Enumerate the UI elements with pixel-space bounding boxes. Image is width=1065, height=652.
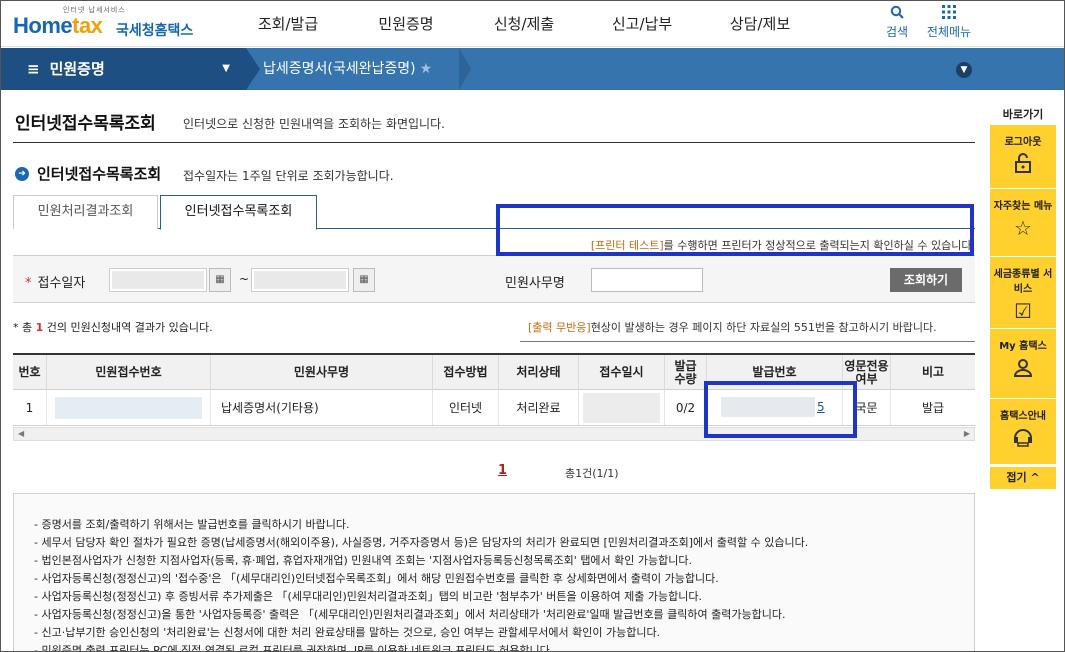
search-tool[interactable]: 검색 bbox=[867, 5, 927, 40]
col-qty: 발급 수량 bbox=[665, 355, 707, 390]
quick-my-hometax[interactable]: My 홈택스 bbox=[990, 329, 1056, 399]
favorite-star-icon[interactable]: ★ bbox=[420, 61, 433, 77]
gnb-item-report-pay[interactable]: 신고/납부 bbox=[583, 1, 701, 47]
page-frame: 인터넷 납세서비스 Hometax 국세청홈택스 조회/발급 민원증명 신청/제… bbox=[0, 0, 1065, 652]
chevron-down-icon[interactable]: ▼ bbox=[956, 62, 972, 78]
col-note: 비고 bbox=[921, 365, 945, 379]
cell-receipt-no bbox=[47, 390, 211, 425]
info-notes: - 증명서를 조회/출력하기 위해서는 발급번호를 클릭하시기 바랍니다. - … bbox=[13, 493, 975, 652]
col-status: 처리상태 bbox=[499, 355, 579, 390]
search-form: * 접수일자 ▦ ~ ▦ 민원사무명 조회하기 bbox=[13, 255, 975, 303]
cell-status: 처리완료 bbox=[499, 390, 579, 425]
office-name-label: 민원사무명 bbox=[505, 276, 565, 291]
scroll-right-icon[interactable]: ▶ bbox=[964, 428, 970, 440]
col-receipt-no: 민원접수번호 bbox=[47, 355, 211, 390]
cell-no: 1 bbox=[13, 390, 47, 425]
office-name-input[interactable] bbox=[591, 268, 703, 292]
quick-tax-service[interactable]: 세금종류별 서비스 ☑ bbox=[990, 257, 1056, 329]
info-item: - 증명서를 조회/출력하기 위해서는 발급번호를 클릭하시기 바랍니다. bbox=[34, 518, 350, 531]
hamburger-icon: ≡ bbox=[27, 60, 40, 78]
section-title: ➜ 인터넷접수목록조회 bbox=[15, 163, 161, 184]
title-divider bbox=[13, 142, 975, 143]
print-warning: [출력 무반응]현상이 발생하는 경우 페이지 하단 자료실의 551번을 참고… bbox=[528, 321, 937, 334]
gnb-item-consult[interactable]: 상담/제보 bbox=[701, 1, 819, 47]
global-nav: 조회/발급 민원증명 신청/제출 신고/납부 상담/제보 bbox=[229, 1, 819, 47]
location-level1[interactable]: ≡ 민원증명 ▼ bbox=[1, 48, 260, 90]
highlight-box-issue-number bbox=[704, 381, 857, 438]
all-menu-tool[interactable]: 전체메뉴 bbox=[919, 5, 979, 40]
gnb-item-certificate[interactable]: 민원증명 bbox=[347, 1, 465, 47]
col-received-at: 접수일시 bbox=[579, 355, 665, 390]
search-tool-label: 검색 bbox=[885, 25, 909, 39]
start-date-input[interactable] bbox=[109, 268, 207, 292]
info-item: - 신고·납부기한 승인신청의 '처리완료'는 신청서에 대한 처리 완료상태를… bbox=[34, 626, 661, 639]
result-count: * 총 1 건의 민원신청내역 결과가 있습니다. bbox=[13, 321, 213, 334]
location-separator bbox=[459, 48, 471, 90]
cell-note: 발급 bbox=[921, 401, 945, 415]
print-warning-highlight: [출력 무반응] bbox=[528, 321, 591, 334]
logo-wordmark: Hometax bbox=[13, 13, 103, 38]
tab-internet-receipt-list[interactable]: 인터넷접수목록조회 bbox=[160, 195, 317, 230]
info-item: - 세무서 담당자 확인 절차가 필요한 증명(납세증명서(해외이주용), 사실… bbox=[34, 536, 809, 549]
section-description: 접수일자는 1주일 단위로 조회가능합니다. bbox=[183, 169, 394, 183]
page-description: 인터넷으로 신청한 민원내역을 조회하는 화면입니다. bbox=[183, 117, 445, 131]
col-office-name: 민원사무명 bbox=[211, 355, 433, 390]
info-item: - 사업자등록신청(정정신고)의 '접수중'은 「(세무대리인)인터넷접수목록조… bbox=[34, 572, 719, 585]
col-method: 접수방법 bbox=[433, 355, 499, 390]
star-icon: ☆ bbox=[1014, 216, 1032, 240]
hometax-logo[interactable]: 인터넷 납세서비스 Hometax 국세청홈택스 bbox=[13, 5, 203, 43]
warning-underline bbox=[520, 341, 975, 342]
location-level2[interactable]: 납세증명서(국세완납증명) ★ bbox=[263, 48, 432, 90]
checkbox-icon: ☑ bbox=[1014, 299, 1032, 323]
calendar-icon[interactable]: ▦ bbox=[353, 268, 375, 292]
page-title: 인터넷접수목록조회 bbox=[15, 114, 156, 134]
info-item: - 법인본점사업자가 신청한 지점사업자(등록, 휴·폐업, 휴업자재개업) 민… bbox=[34, 554, 693, 567]
grid-menu-icon bbox=[919, 5, 979, 23]
page-number-current[interactable]: 1 bbox=[498, 463, 507, 478]
col-no: 번호 bbox=[13, 355, 47, 390]
quick-menu-collapse-button[interactable]: 접기 ^ bbox=[990, 467, 1056, 489]
quick-frequent-menu[interactable]: 자주찾는 메뉴 ☆ bbox=[990, 189, 1056, 257]
cell-method: 인터넷 bbox=[433, 390, 499, 425]
quick-hometax-guide[interactable]: 홈택스안내 bbox=[990, 399, 1056, 465]
help-desk-icon bbox=[990, 426, 1056, 453]
top-header: 인터넷 납세서비스 Hometax 국세청홈택스 조회/발급 민원증명 신청/제… bbox=[1, 1, 1064, 47]
highlight-box-warning bbox=[496, 204, 974, 256]
user-icon bbox=[990, 356, 1056, 383]
arrow-bullet-icon: ➜ bbox=[15, 166, 29, 181]
cell-qty: 0/2 bbox=[665, 390, 707, 425]
info-item: - 사업자등록신청(정정신고) 후 증빙서류 추가제출은 「(세무대리인)민원처… bbox=[34, 590, 702, 603]
location-bar: ≡ 민원증명 ▼ 납세증명서(국세완납증명) ★ ▼ bbox=[1, 48, 1064, 90]
calendar-icon[interactable]: ▦ bbox=[209, 268, 231, 292]
search-button[interactable]: 조회하기 bbox=[890, 268, 962, 292]
search-icon bbox=[867, 5, 927, 23]
gnb-item-application[interactable]: 신청/제출 bbox=[465, 1, 583, 47]
info-item: - 민원증명 출력 프린터는 PC에 직접 연결된 로컬 프린터를 권장하며, … bbox=[34, 644, 554, 652]
date-range-tilde: ~ bbox=[239, 272, 250, 286]
scroll-left-icon[interactable]: ◀ bbox=[18, 428, 24, 440]
cell-office-name: 납세증명서(기타용) bbox=[211, 390, 433, 425]
all-menu-label: 전체메뉴 bbox=[926, 25, 972, 39]
gnb-item-inquiry[interactable]: 조회/발급 bbox=[229, 1, 347, 47]
unlock-icon bbox=[990, 152, 1056, 179]
cell-received-at bbox=[579, 390, 665, 425]
date-label: * 접수일자 bbox=[25, 276, 86, 291]
caret-down-icon: ▼ bbox=[222, 63, 230, 74]
pagination: 1 총1건(1/1) bbox=[13, 463, 975, 483]
quick-menu-title: 바로가기 bbox=[1002, 108, 1044, 121]
tab-result-inquiry[interactable]: 민원처리결과조회 bbox=[13, 195, 158, 229]
logo-korean: 국세청홈택스 bbox=[116, 23, 194, 39]
info-item: - 사업자등록신청(정정신고)을 통한 '사업자등록증' 출력은 「(세무대리인… bbox=[34, 608, 786, 621]
quick-menu: 바로가기 로그아웃 자주찾는 메뉴 ☆ 세금종류별 서비스 ☑ My 홈택스 홈… bbox=[990, 105, 1056, 489]
end-date-input[interactable] bbox=[251, 268, 349, 292]
page-total: 총1건(1/1) bbox=[565, 467, 619, 480]
quick-logout[interactable]: 로그아웃 bbox=[990, 125, 1056, 189]
